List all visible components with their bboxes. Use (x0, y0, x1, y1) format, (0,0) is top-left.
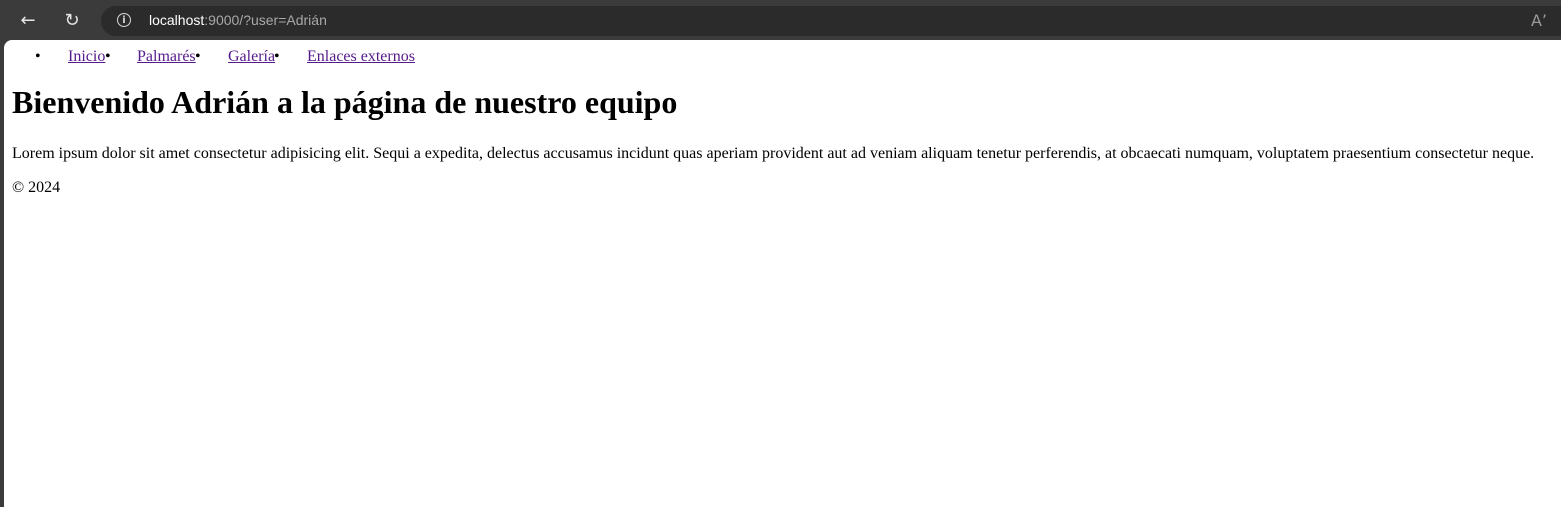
nav-bullet: • (35, 48, 41, 65)
nav-link-enlaces-externos[interactable]: Enlaces externos (307, 46, 415, 68)
page-viewport: • Inicio • Palmarés • Galería • Enlaces … (4, 40, 1561, 507)
url-path: :9000/?user=Adrián (204, 12, 327, 28)
intro-paragraph: Lorem ipsum dolor sit amet consectetur a… (12, 145, 1535, 162)
reload-icon[interactable]: ↻ (57, 6, 87, 34)
read-aloud-icon[interactable]: A’ (1531, 11, 1547, 30)
nav-bullet: • (105, 48, 111, 65)
address-bar[interactable]: i localhost:9000/?user=Adrián A’ (101, 6, 1561, 36)
main-nav: • Inicio • Palmarés • Galería • Enlaces … (4, 46, 604, 68)
nav-link-inicio[interactable]: Inicio (68, 46, 105, 68)
url-text[interactable]: localhost:9000/?user=Adrián (149, 12, 327, 28)
nav-link-galeria[interactable]: Galería (228, 46, 275, 68)
browser-toolbar: ← ↻ i localhost:9000/?user=Adrián A’ (0, 0, 1561, 40)
url-host: localhost (149, 12, 205, 28)
nav-bullet: • (195, 48, 201, 65)
nav-bullet: • (274, 48, 280, 65)
footer-copyright: © 2024 (12, 179, 61, 196)
info-icon[interactable]: i (117, 13, 131, 27)
back-arrow-icon[interactable]: ← (13, 6, 43, 34)
page-title: Bienvenido Adrián a la página de nuestro… (12, 84, 678, 120)
nav-link-palmares[interactable]: Palmarés (137, 46, 196, 68)
